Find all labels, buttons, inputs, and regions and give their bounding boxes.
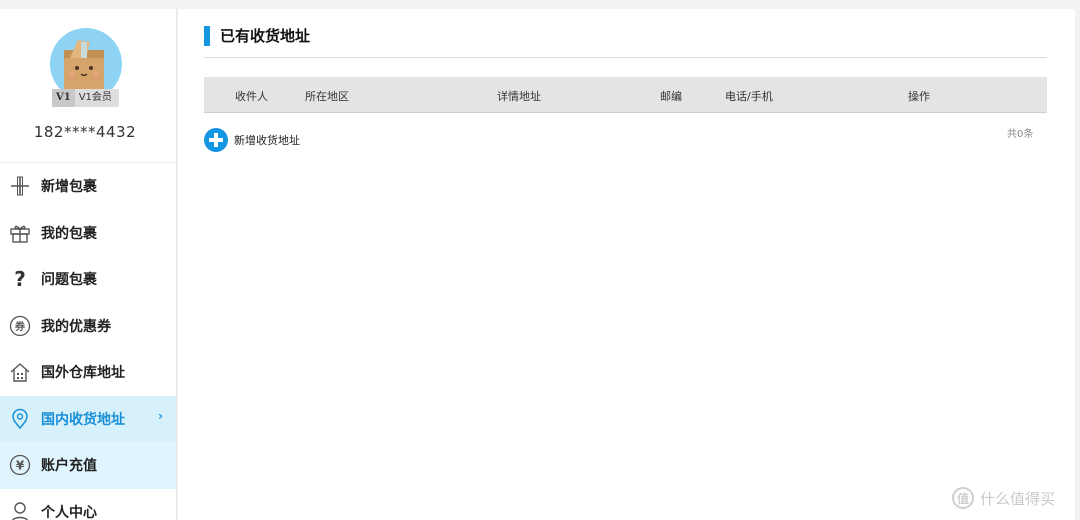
sidebar-item-label: 我的优惠券 <box>41 318 111 335</box>
profile-card: V1 V1会员 182****4432 <box>0 9 176 163</box>
sidebar-item-overseas-warehouse[interactable]: 国外仓库地址 <box>0 349 176 396</box>
coupon-icon: 券 <box>9 315 31 337</box>
right-edge <box>1075 9 1080 520</box>
yuan-icon: ¥ <box>9 454 31 476</box>
sidebar-item-label: 国外仓库地址 <box>41 365 125 382</box>
watermark: 值 什么值得买 <box>952 487 1055 509</box>
sidebar: V1 V1会员 182****4432 新增包裹 我的包裹 ? 问题包裹 券 我… <box>0 9 177 520</box>
sidebar-menu: 新增包裹 我的包裹 ? 问题包裹 券 我的优惠券 国外仓库地址 国内收货地址 ›… <box>0 163 176 520</box>
column-header-region: 所在地区 <box>305 90 349 103</box>
top-strip <box>0 0 1080 9</box>
column-header-actions: 操作 <box>908 90 930 103</box>
sidebar-item-label: 我的包裹 <box>41 225 97 242</box>
section-header: 已有收货地址 <box>204 25 310 46</box>
svg-text:¥: ¥ <box>16 459 25 473</box>
user-phone: 182****4432 <box>33 123 137 141</box>
address-table-header: 收件人 所在地区 详情地址 邮编 电话/手机 操作 <box>204 77 1047 113</box>
person-icon <box>9 501 31 520</box>
level-name: V1会员 <box>78 92 112 103</box>
sidebar-item-label: 新增包裹 <box>41 179 97 196</box>
plus-circle-icon <box>204 128 228 152</box>
sidebar-item-my-parcels[interactable]: 我的包裹 <box>0 210 176 257</box>
chevron-right-icon: › <box>158 408 163 423</box>
title-accent-bar <box>204 25 210 46</box>
watermark-logo-icon: 值 <box>952 487 974 509</box>
member-level-badge: V1 V1会员 <box>52 89 119 107</box>
sidebar-item-label: 国内收货地址 <box>41 411 125 428</box>
sidebar-item-my-coupons[interactable]: 券 我的优惠券 <box>0 303 176 350</box>
add-address-button[interactable]: 新增收货地址 <box>204 128 300 152</box>
main-content: 已有收货地址 收件人 所在地区 详情地址 邮编 电话/手机 操作 新增收货地址 … <box>178 9 1075 520</box>
sidebar-item-label: 问题包裹 <box>41 272 97 289</box>
column-header-phone: 电话/手机 <box>725 90 773 103</box>
question-icon: ? <box>14 267 26 292</box>
gift-box-icon <box>9 222 31 244</box>
page-title: 已有收货地址 <box>220 27 311 45</box>
plus-icon <box>9 175 31 197</box>
title-divider <box>204 57 1047 58</box>
column-header-detail-address: 详情地址 <box>497 90 541 103</box>
watermark-text: 什么值得买 <box>980 489 1056 508</box>
sidebar-item-label: 个人中心 <box>41 504 97 520</box>
sidebar-item-problem-parcels[interactable]: ? 问题包裹 <box>0 256 176 303</box>
svg-text:券: 券 <box>14 320 26 333</box>
sidebar-item-personal-center[interactable]: 个人中心 <box>0 489 176 520</box>
add-address-label: 新增收货地址 <box>234 134 300 147</box>
total-count: 共0条 <box>1007 129 1034 140</box>
house-icon <box>9 361 31 383</box>
sidebar-item-label: 账户充值 <box>41 458 97 475</box>
location-pin-icon <box>9 408 31 430</box>
column-header-recipient: 收件人 <box>235 90 268 103</box>
level-code: V1 <box>52 89 75 107</box>
sidebar-item-new-parcel[interactable]: 新增包裹 <box>0 163 176 210</box>
sidebar-item-account-recharge[interactable]: ¥ 账户充值 <box>0 442 176 489</box>
sidebar-item-domestic-address[interactable]: 国内收货地址 › <box>0 395 176 442</box>
column-header-postcode: 邮编 <box>660 90 682 103</box>
